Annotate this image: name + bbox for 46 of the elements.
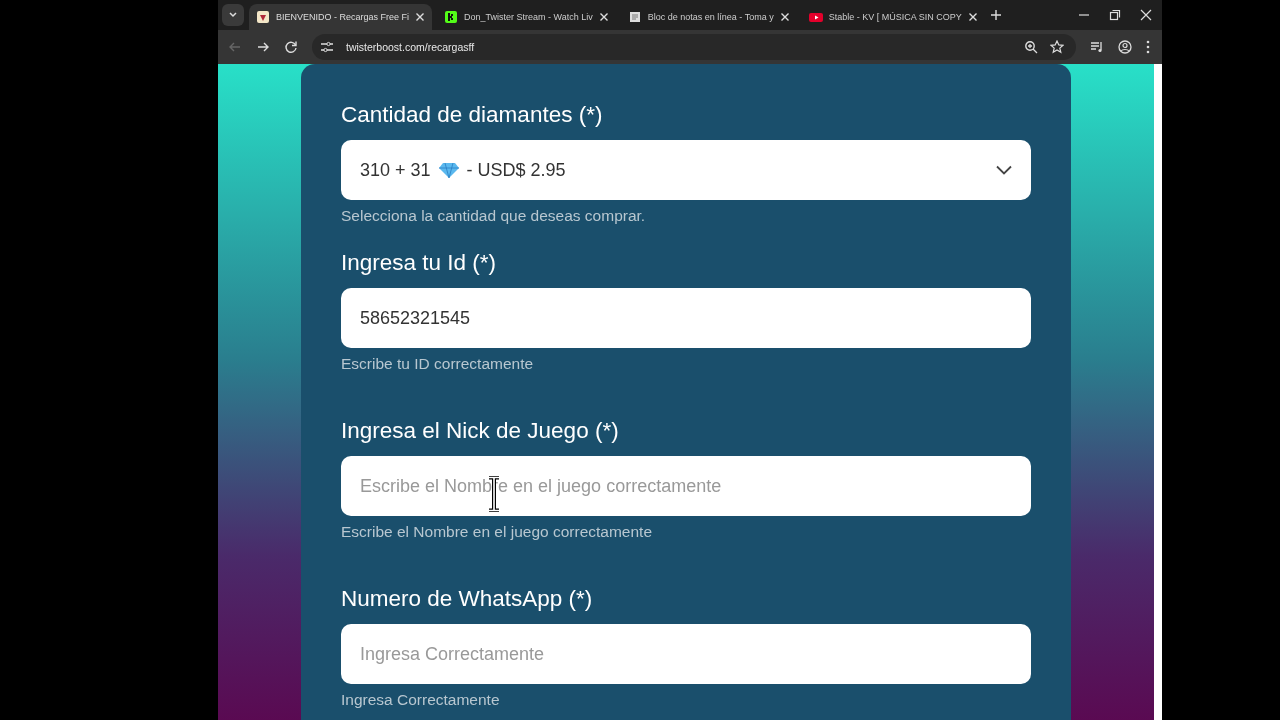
star-icon[interactable]: [1050, 40, 1064, 54]
reload-icon[interactable]: [284, 40, 298, 54]
url-text: twisterboost.com/recargasff: [346, 41, 475, 53]
close-icon[interactable]: [598, 12, 609, 22]
browser-tab[interactable]: Don_Twister Stream - Watch Liv: [437, 4, 616, 30]
field-label: Ingresa tu Id (*): [341, 250, 498, 276]
zoom-icon[interactable]: [1024, 40, 1038, 54]
tab-title: Don_Twister Stream - Watch Liv: [464, 12, 593, 22]
scrollbar[interactable]: [1154, 64, 1162, 720]
input-field[interactable]: Ingresa Correctamente: [341, 624, 1031, 684]
notepad-icon: [627, 10, 642, 24]
browser-tab[interactable]: Bloc de notas en línea - Toma y: [620, 4, 797, 30]
dropdown-icon[interactable]: [222, 4, 244, 26]
helper-text: Selecciona la cantidad que deseas comprar.: [341, 207, 647, 225]
site-settings-icon[interactable]: [320, 40, 334, 54]
tab-title: Stable - KV [ MÚSICA SIN COPY: [828, 12, 962, 22]
close-icon[interactable]: [1140, 9, 1152, 21]
menu-icon[interactable]: [1146, 40, 1150, 54]
close-icon[interactable]: [967, 12, 978, 22]
browser-tab[interactable]: BIENVENIDO - Recargas Free Fi: [249, 4, 433, 30]
close-icon[interactable]: [415, 12, 426, 22]
profile-icon[interactable]: [1118, 40, 1132, 54]
forward-icon[interactable]: [256, 40, 270, 54]
dropdown-value: - USD$ 2.95: [466, 159, 566, 181]
field-label: Cantidad de diamantes (*): [341, 102, 604, 128]
input-field[interactable]: 58652321545: [341, 288, 1031, 348]
dropdown[interactable]: 310 + 31 - USD$ 2.95: [341, 140, 1031, 200]
tab-title: Bloc de notas en línea - Toma y: [647, 12, 774, 22]
field-label: Ingresa el Nick de Juego (*): [341, 418, 620, 444]
tab-title: BIENVENIDO - Recargas Free Fi: [276, 12, 410, 22]
close-icon[interactable]: [779, 12, 790, 22]
favicon-icon: [444, 10, 459, 24]
address-bar[interactable]: twisterboost.com/recargasff: [312, 34, 1076, 60]
diamond-icon: [438, 162, 459, 178]
field-label: Numero de WhatsApp (*): [341, 586, 594, 612]
favicon-icon: [256, 10, 270, 24]
helper-text: Ingresa Correctamente: [341, 691, 501, 709]
media-icon[interactable]: [1090, 40, 1104, 54]
chevron-down-icon: [996, 165, 1012, 175]
restore-icon[interactable]: [1109, 9, 1121, 21]
play-icon: [808, 10, 823, 24]
helper-text: Escribe tu ID correctamente: [341, 355, 535, 373]
helper-text: Escribe el Nombre en el juego correctamente: [341, 523, 653, 541]
browser-tab[interactable]: Stable - KV [ MÚSICA SIN COPY: [801, 4, 985, 30]
new-tab-icon[interactable]: [989, 9, 1002, 21]
dropdown-value: 310 + 31: [360, 159, 431, 181]
